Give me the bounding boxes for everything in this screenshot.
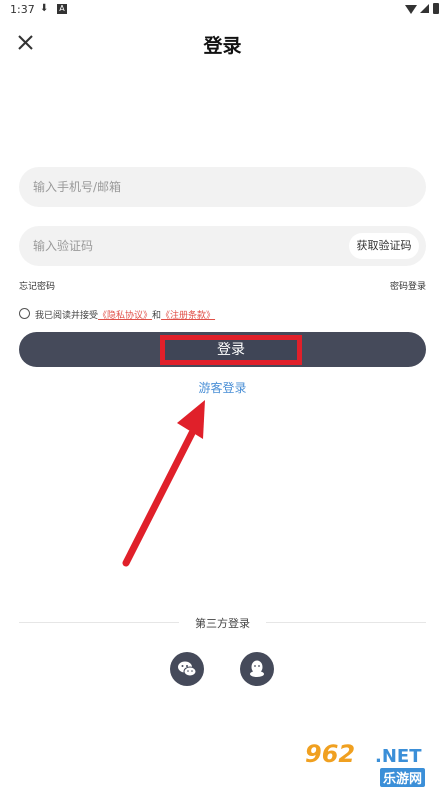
get-code-button[interactable]: 获取验证码 xyxy=(349,233,419,259)
agree-radio[interactable] xyxy=(19,308,30,319)
page-title: 登录 xyxy=(203,35,242,57)
third-party-label: 第三方登录 xyxy=(195,617,250,630)
qq-login-button[interactable] xyxy=(240,652,274,686)
agree-and: 和 xyxy=(152,311,162,321)
watermark-domain: .NET xyxy=(375,746,422,767)
annotation-arrow-icon xyxy=(122,400,205,567)
signal-icon xyxy=(420,4,429,13)
qq-icon xyxy=(250,660,264,677)
login-button[interactable]: 登录 xyxy=(19,332,426,367)
account-field[interactable] xyxy=(19,167,426,207)
terms-link[interactable]: 《注册条款》 xyxy=(161,311,215,321)
forgot-password-link[interactable]: 忘记密码 xyxy=(19,279,55,292)
wechat-icon xyxy=(178,661,197,677)
download-icon: ⬇ xyxy=(40,3,49,14)
third-party-divider: 第三方登录 xyxy=(19,613,426,633)
account-input[interactable] xyxy=(33,167,333,207)
privacy-link[interactable]: 《隐私协议》 xyxy=(98,311,152,321)
code-field[interactable]: 获取验证码 xyxy=(19,226,426,266)
watermark-logo: 962 .NET 乐游网 xyxy=(305,740,440,787)
status-bar: 1:37 ⬇ A xyxy=(0,0,445,20)
watermark-number: 962 xyxy=(305,740,356,768)
wifi-icon xyxy=(405,5,417,14)
status-time: 1:37 xyxy=(10,3,35,16)
agreement-text: 我已阅读并接受《隐私协议》和《注册条款》 xyxy=(35,308,215,321)
agree-prefix: 我已阅读并接受 xyxy=(35,311,99,321)
app-notification-icon: A xyxy=(57,4,67,14)
code-input[interactable] xyxy=(33,226,333,266)
password-login-link[interactable]: 密码登录 xyxy=(390,279,426,292)
guest-login-link[interactable]: 游客登录 xyxy=(0,379,445,396)
login-button-label: 登录 xyxy=(160,335,302,365)
battery-icon xyxy=(433,3,439,14)
wechat-login-button[interactable] xyxy=(170,652,204,686)
watermark-cn: 乐游网 xyxy=(380,768,426,787)
